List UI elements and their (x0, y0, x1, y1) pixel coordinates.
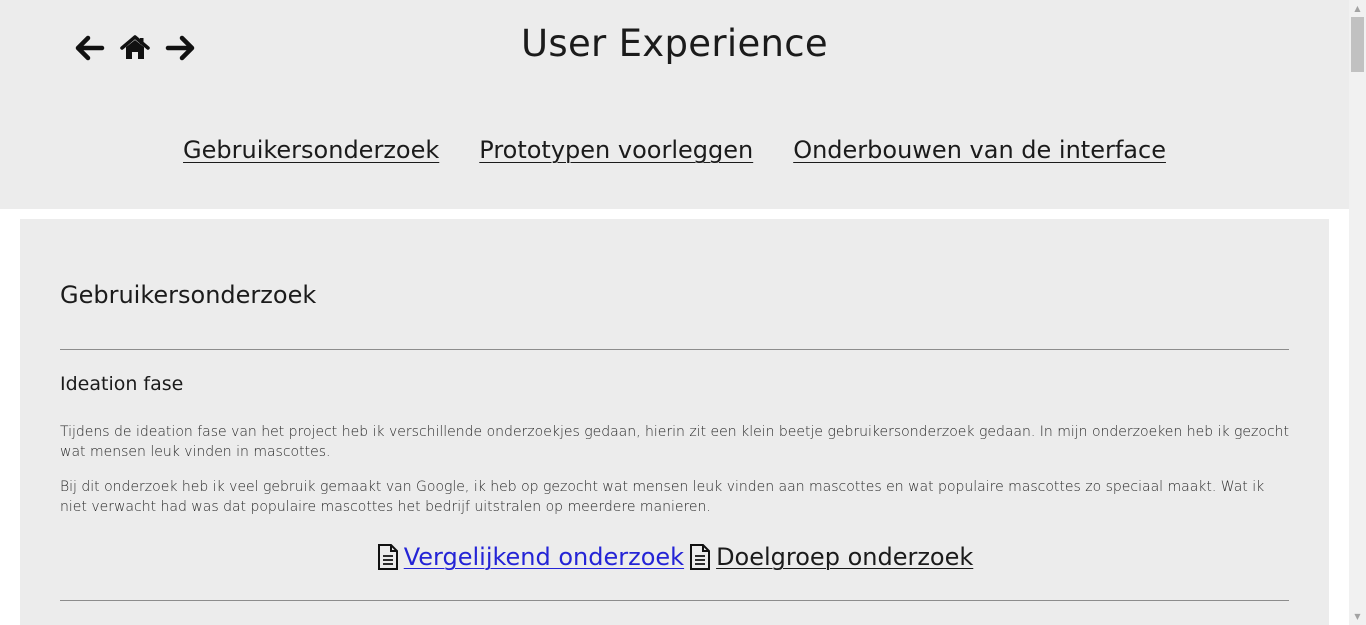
doc-link-doelgroep[interactable]: Doelgroep onderzoek (688, 543, 973, 571)
paragraph: Bij dit onderzoek heb ik veel gebruik ge… (60, 479, 1265, 515)
page-title: User Experience (521, 22, 828, 65)
document-icon (376, 543, 400, 571)
scroll-down-icon[interactable]: ▼ (1349, 608, 1366, 625)
topic-link-gebruikersonderzoek[interactable]: Gebruikersonderzoek (183, 136, 439, 164)
page: User Experience Gebruikersonderzoek Prot… (0, 0, 1349, 625)
site-header: User Experience Gebruikersonderzoek Prot… (0, 0, 1349, 209)
divider (60, 349, 1289, 350)
divider (60, 600, 1289, 601)
document-icon (688, 543, 712, 571)
topic-nav: Gebruikersonderzoek Prototypen voorlegge… (0, 136, 1349, 164)
doc-link-label[interactable]: Vergelijkend onderzoek (404, 543, 684, 571)
document-links: Vergelijkend onderzoek Doelgroep onderzo… (60, 543, 1289, 571)
doc-link-vergelijkend[interactable]: Vergelijkend onderzoek (376, 543, 684, 571)
vertical-scrollbar[interactable]: ▲ ▼ (1349, 0, 1366, 625)
section-title: Gebruikersonderzoek (60, 281, 317, 309)
topic-link-onderbouwen[interactable]: Onderbouwen van de interface (793, 136, 1166, 164)
content-card: Gebruikersonderzoek Ideation fase Tijden… (20, 219, 1329, 625)
scrollbar-thumb[interactable] (1351, 17, 1364, 72)
scroll-up-icon[interactable]: ▲ (1349, 0, 1366, 17)
topic-link-prototypen[interactable]: Prototypen voorleggen (479, 136, 753, 164)
sub-title: Ideation fase (60, 373, 184, 395)
paragraph: Tijdens de ideation fase van het project… (60, 424, 1289, 460)
doc-link-label[interactable]: Doelgroep onderzoek (716, 543, 973, 571)
